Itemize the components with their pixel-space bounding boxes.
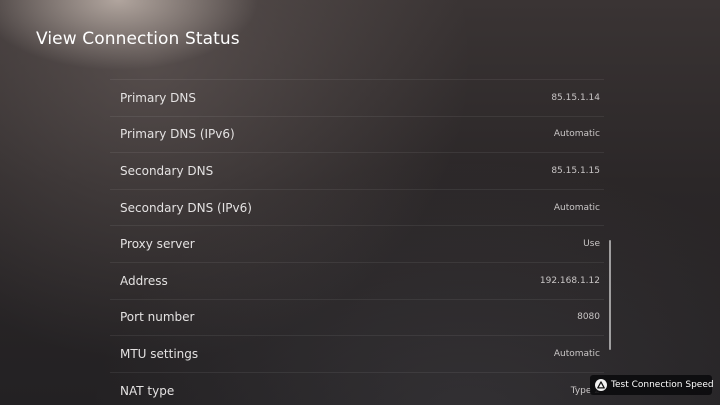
row-value: Use xyxy=(583,239,600,250)
row-primary-dns[interactable]: Primary DNS 85.15.1.14 xyxy=(110,79,604,116)
row-primary-dns-ipv6[interactable]: Primary DNS (IPv6) Automatic xyxy=(110,115,604,153)
row-value: 192.168.1.12 xyxy=(539,275,600,286)
row-label: Secondary DNS xyxy=(120,163,214,178)
row-value: 85.15.1.15 xyxy=(551,165,600,176)
row-mtu-settings[interactable]: MTU settings Automatic xyxy=(110,335,604,372)
test-connection-speed-button[interactable]: Test Connection Speed xyxy=(590,375,714,395)
row-value: Automatic xyxy=(553,202,600,213)
scrollbar-thumb[interactable] xyxy=(609,240,611,350)
row-label: MTU settings xyxy=(120,346,199,361)
row-value: Automatic xyxy=(553,348,600,359)
row-value: 8080 xyxy=(577,312,600,323)
row-secondary-dns[interactable]: Secondary DNS 85.15.1.15 xyxy=(110,152,604,189)
test-connection-speed-label: Test Connection Speed xyxy=(611,380,714,390)
row-nat-type[interactable]: NAT type Type 2 xyxy=(110,371,604,405)
row-label: Port number xyxy=(120,310,195,325)
row-label: Address xyxy=(120,273,168,288)
row-proxy-server[interactable]: Proxy server Use xyxy=(110,225,604,262)
row-label: Secondary DNS (IPv6) xyxy=(120,200,252,215)
row-label: Primary DNS (IPv6) xyxy=(120,127,235,142)
row-label: Primary DNS xyxy=(120,90,197,105)
row-label: Proxy server xyxy=(120,237,195,252)
row-secondary-dns-ipv6[interactable]: Secondary DNS (IPv6) Automatic xyxy=(110,188,604,226)
row-value: Automatic xyxy=(553,129,600,140)
row-address[interactable]: Address 192.168.1.12 xyxy=(110,261,604,299)
triangle-button-icon xyxy=(595,379,607,391)
page-title: View Connection Status xyxy=(36,29,240,49)
connection-status-screen: View Connection Status Primary DNS 85.15… xyxy=(0,0,720,405)
row-label: NAT type xyxy=(120,383,175,398)
row-value: 85.15.1.14 xyxy=(551,92,600,103)
connection-status-list: Primary DNS 85.15.1.14 Primary DNS (IPv6… xyxy=(110,79,604,405)
row-port-number[interactable]: Port number 8080 xyxy=(110,298,604,336)
